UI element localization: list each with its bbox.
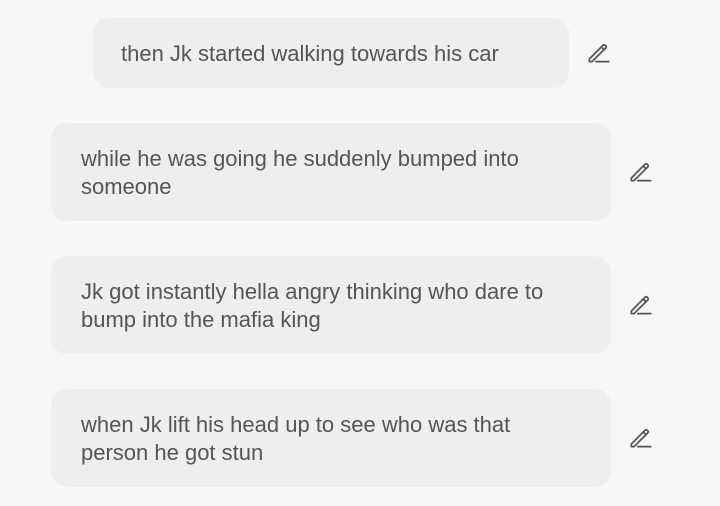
edit-button[interactable]	[625, 423, 655, 453]
message-bubble[interactable]: while he was going he suddenly bumped in…	[51, 123, 611, 221]
list-item: then Jk started walking towards his car	[0, 0, 720, 100]
message-text: Jk got instantly hella angry thinking wh…	[81, 279, 544, 332]
pencil-icon	[630, 428, 652, 448]
edit-button[interactable]	[625, 290, 655, 320]
message-bubble[interactable]: when Jk lift his head up to see who was …	[51, 389, 611, 487]
message-text: when Jk lift his head up to see who was …	[81, 412, 511, 465]
message-bubble[interactable]: Jk got instantly hella angry thinking wh…	[51, 256, 611, 354]
pencil-icon	[630, 162, 652, 182]
pencil-icon	[588, 43, 610, 63]
list-item: while he was going he suddenly bumped in…	[0, 100, 720, 230]
message-text: while he was going he suddenly bumped in…	[81, 146, 519, 199]
list-item: when Jk lift his head up to see who was …	[0, 366, 720, 506]
message-list: then Jk started walking towards his car …	[0, 0, 720, 506]
message-bubble[interactable]: then Jk started walking towards his car	[93, 18, 569, 88]
edit-button[interactable]	[583, 38, 613, 68]
edit-button[interactable]	[625, 157, 655, 187]
message-text: then Jk started walking towards his car	[121, 41, 499, 66]
pencil-icon	[630, 295, 652, 315]
list-item: Jk got instantly hella angry thinking wh…	[0, 233, 720, 363]
